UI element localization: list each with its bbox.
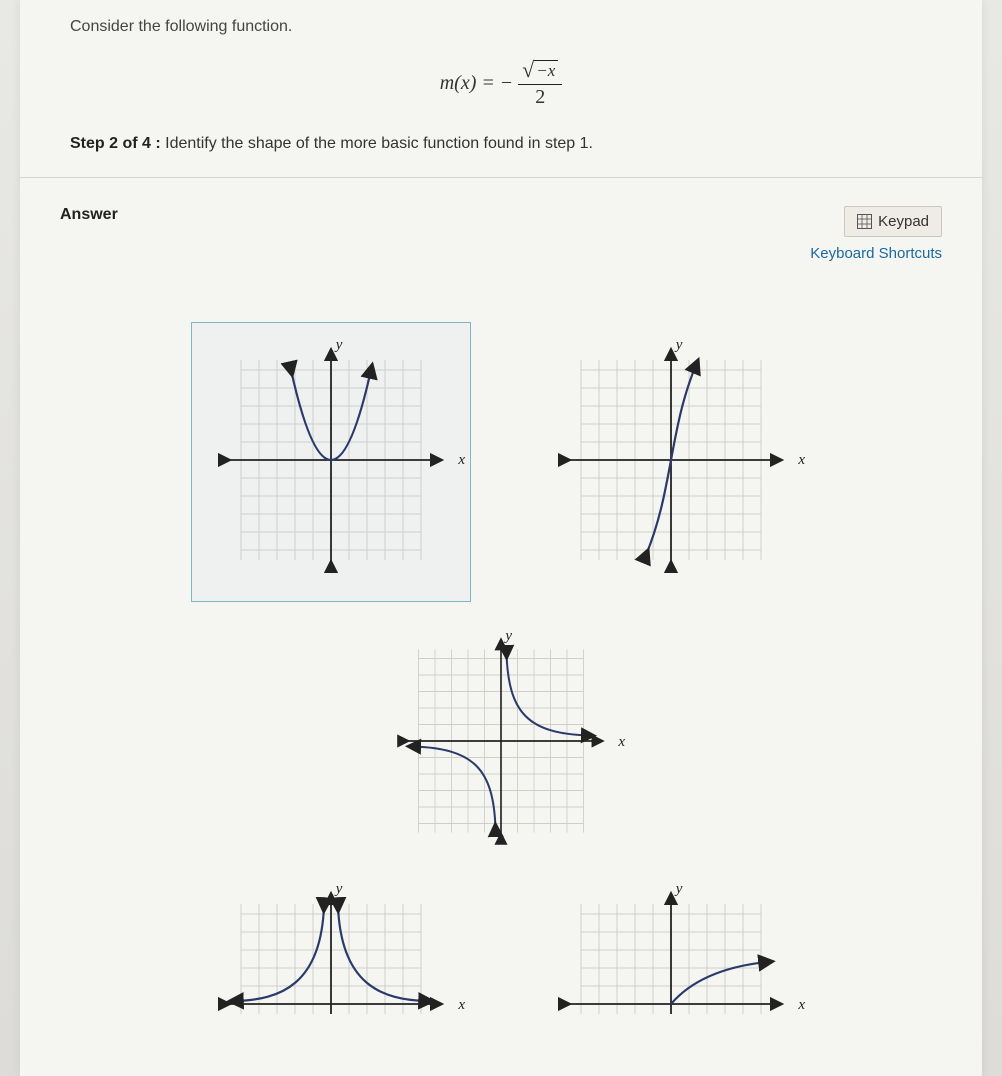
keyboard-shortcuts-link[interactable]: Keyboard Shortcuts bbox=[810, 245, 942, 262]
axis-label-x: x bbox=[458, 452, 465, 469]
keypad-button-label: Keypad bbox=[878, 213, 929, 230]
function-equation: m(x) = − √ −x 2 bbox=[70, 60, 932, 107]
question-prompt: Consider the following function. bbox=[70, 18, 932, 36]
axis-label-x: x bbox=[798, 997, 805, 1014]
choice-reciprocal[interactable]: y x bbox=[376, 618, 626, 868]
axis-label-y: y bbox=[505, 628, 512, 645]
step-number: Step 2 of 4 : bbox=[70, 135, 161, 152]
choice-grid: y x bbox=[60, 322, 942, 1014]
page-container: Consider the following function. m(x) = … bbox=[20, 0, 982, 1076]
choice-sqrt[interactable]: y x bbox=[531, 884, 811, 1014]
equation-lhs: m(x) = bbox=[440, 72, 495, 95]
choice-cubic[interactable]: y x bbox=[531, 322, 811, 602]
equation-sqrt: √ −x bbox=[522, 60, 558, 82]
axis-label-x: x bbox=[618, 734, 625, 751]
answer-block: Answer Keypad Keyboard Shortcuts bbox=[20, 178, 982, 1014]
answer-label: Answer bbox=[60, 206, 118, 224]
choice-recip-squared[interactable]: y x bbox=[191, 884, 471, 1014]
plot-cubic bbox=[551, 340, 791, 580]
plot-reciprocal bbox=[391, 631, 611, 851]
plot-parabola bbox=[211, 340, 451, 580]
keypad-button[interactable]: Keypad bbox=[844, 206, 942, 237]
axis-label-x: x bbox=[458, 997, 465, 1014]
axis-label-y: y bbox=[676, 337, 683, 354]
equation-negative: − bbox=[501, 72, 512, 95]
plot-recip-squared bbox=[211, 884, 451, 1014]
plot-sqrt bbox=[551, 884, 791, 1014]
equation-fraction: √ −x 2 bbox=[518, 60, 562, 107]
choice-parabola[interactable]: y x bbox=[191, 322, 471, 602]
axis-label-x: x bbox=[798, 452, 805, 469]
equation-denominator: 2 bbox=[535, 85, 545, 107]
axis-label-y: y bbox=[336, 337, 343, 354]
step-text: Identify the shape of the more basic fun… bbox=[165, 135, 593, 152]
step-instruction: Step 2 of 4 : Identify the shape of the … bbox=[70, 135, 932, 153]
question-block: Consider the following function. m(x) = … bbox=[20, 0, 982, 177]
axis-label-y: y bbox=[336, 884, 343, 898]
tools-container: Keypad Keyboard Shortcuts bbox=[810, 206, 942, 262]
keypad-icon bbox=[857, 214, 872, 229]
axis-label-y: y bbox=[676, 884, 683, 898]
